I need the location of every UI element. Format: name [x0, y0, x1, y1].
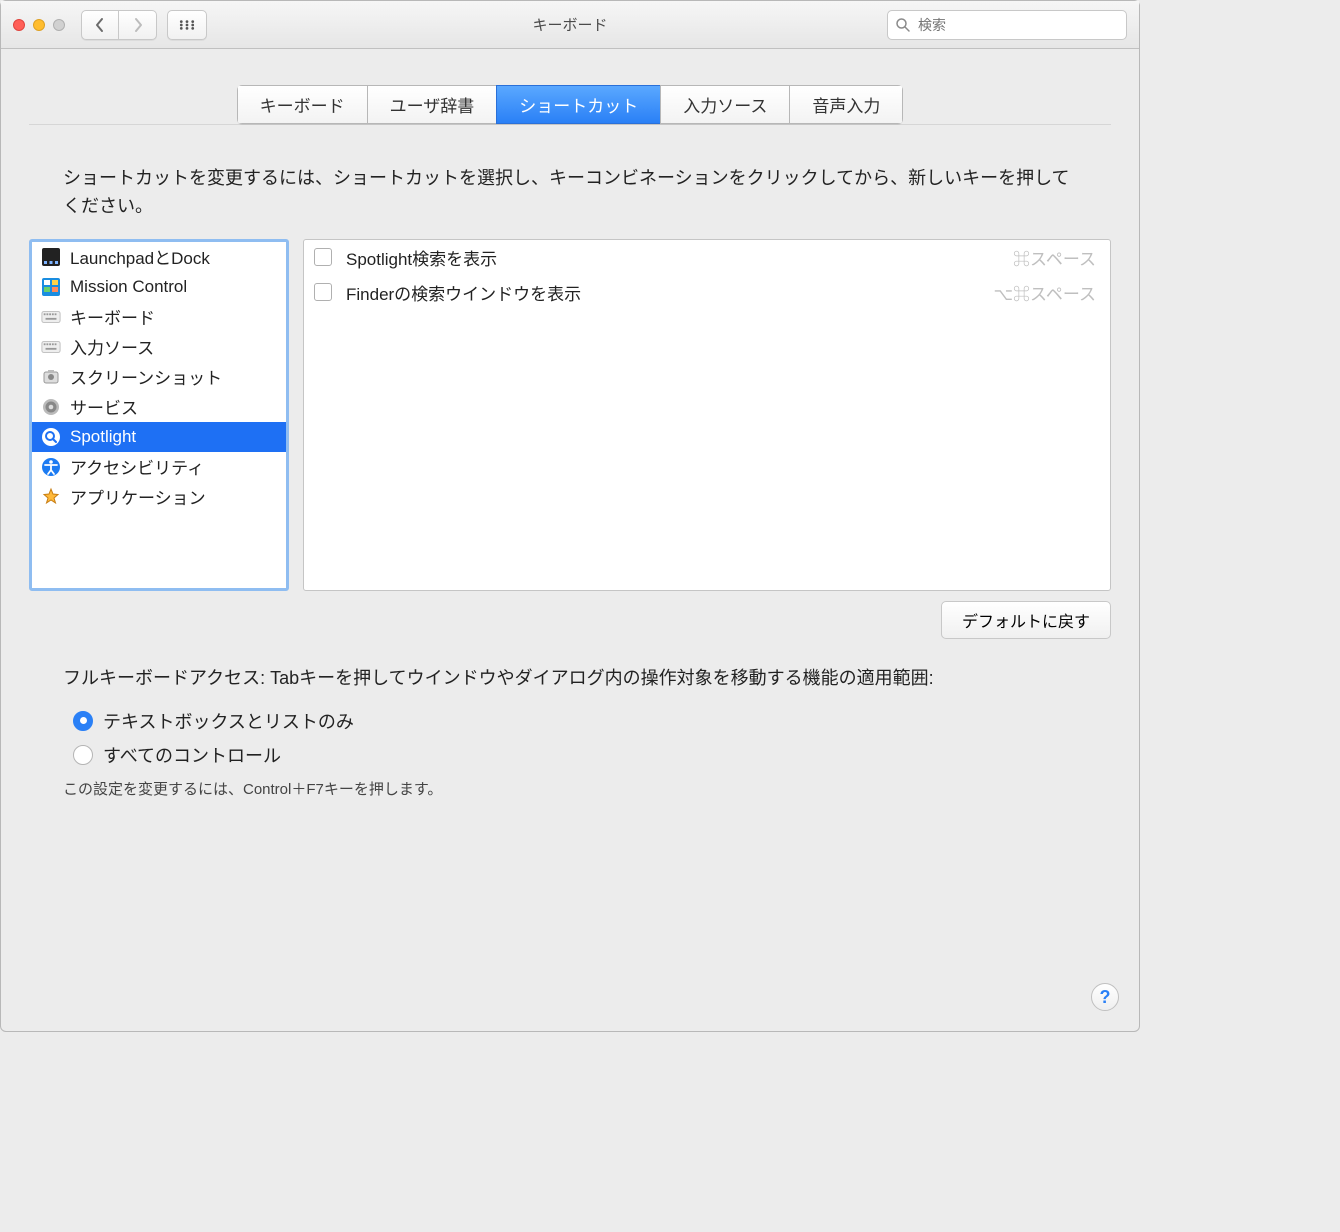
category-label: アクセシビリティ — [70, 454, 204, 479]
chevron-left-icon — [95, 17, 105, 33]
radio-label: すべてのコントロール — [103, 742, 281, 768]
search-field-wrap — [887, 10, 1127, 40]
radio-button-icon — [73, 711, 93, 731]
category-item[interactable]: Mission Control — [32, 272, 286, 302]
shortcut-label: Spotlight検索を表示 — [346, 245, 999, 270]
shortcut-list[interactable]: Spotlight検索を表示 ⌘スペース Finderの検索ウインドウを表示 ⌥⌘スペ… — [303, 239, 1111, 591]
shortcut-checkbox[interactable] — [314, 283, 332, 301]
search-icon — [895, 17, 911, 33]
category-label: 入力ソース — [70, 334, 154, 359]
keyboard-icon — [40, 306, 62, 328]
titlebar: キーボード — [1, 1, 1139, 49]
tab-1[interactable]: ユーザ辞書 — [367, 85, 497, 124]
category-list[interactable]: LaunchpadとDock Mission Control キーボード入力ソースス… — [29, 239, 289, 591]
radio-button-icon — [73, 745, 93, 765]
shortcut-row[interactable]: Spotlight検索を表示 ⌘スペース — [304, 240, 1110, 275]
radio-text-and-lists[interactable]: テキストボックスとリストのみ — [73, 708, 1077, 734]
category-item[interactable]: 入力ソース — [32, 332, 286, 362]
category-label: アプリケーション — [70, 484, 206, 509]
tab-3[interactable]: 入力ソース — [660, 85, 789, 124]
instruction-text: ショートカットを変更するには、ショートカットを選択し、キーコンビネーションをクリ… — [63, 165, 1077, 221]
category-item[interactable]: キーボード — [32, 302, 286, 332]
help-button[interactable]: ? — [1091, 983, 1119, 1011]
full-keyboard-access-label: フルキーボードアクセス: Tabキーを押してウインドウやダイアログ内の操作対象を… — [63, 665, 1077, 692]
forward-button[interactable] — [119, 10, 157, 40]
spotlight-icon — [40, 426, 62, 448]
category-label: キーボード — [70, 304, 155, 329]
chevron-right-icon — [133, 17, 143, 33]
back-button[interactable] — [81, 10, 119, 40]
tab-4[interactable]: 音声入力 — [789, 85, 903, 124]
search-input[interactable] — [887, 10, 1127, 40]
window-controls — [13, 19, 71, 31]
accessibility-icon — [40, 456, 62, 478]
category-label: Spotlight — [70, 427, 136, 447]
category-label: サービス — [70, 394, 138, 419]
shortcut-checkbox[interactable] — [314, 248, 332, 266]
close-window-button[interactable] — [13, 19, 25, 31]
screenshot-icon — [40, 366, 62, 388]
restore-defaults-button[interactable]: デフォルトに戻す — [941, 601, 1111, 639]
category-label: LaunchpadとDock — [70, 244, 210, 269]
columns: LaunchpadとDock Mission Control キーボード入力ソースス… — [29, 239, 1111, 591]
category-label: Mission Control — [70, 277, 187, 297]
category-item[interactable]: スクリーンショット — [32, 362, 286, 392]
category-item[interactable]: サービス — [32, 392, 286, 422]
launchpad-icon — [40, 246, 62, 268]
category-item[interactable]: アクセシビリティ — [32, 452, 286, 482]
tab-0[interactable]: キーボード — [237, 85, 367, 124]
show-all-button[interactable] — [167, 10, 207, 40]
keyboard-icon — [40, 336, 62, 358]
nav-segment — [81, 10, 157, 40]
maximize-window-button[interactable] — [53, 19, 65, 31]
shortcut-key[interactable]: ⌘スペース — [1013, 245, 1096, 270]
category-label: スクリーンショット — [70, 364, 222, 389]
shortcut-key[interactable]: ⌥⌘スペース — [993, 280, 1096, 305]
category-item[interactable]: アプリケーション — [32, 482, 286, 512]
full-keyboard-access-radios: テキストボックスとリストのみ すべてのコントロール — [73, 708, 1077, 768]
appstore-icon — [40, 486, 62, 508]
tab-strip: キーボードユーザ辞書ショートカット入力ソース音声入力 — [1, 85, 1139, 124]
mission-control-icon — [40, 276, 62, 298]
minimize-window-button[interactable] — [33, 19, 45, 31]
radio-label: テキストボックスとリストのみ — [103, 708, 354, 734]
category-item[interactable]: Spotlight — [32, 422, 286, 452]
shortcut-label: Finderの検索ウインドウを表示 — [346, 280, 979, 305]
category-item[interactable]: LaunchpadとDock — [32, 242, 286, 272]
grid-icon — [179, 19, 195, 31]
radio-all-controls[interactable]: すべてのコントロール — [73, 742, 1077, 768]
tab-2[interactable]: ショートカット — [496, 85, 660, 124]
full-keyboard-access-hint: この設定を変更するには、Control＋F7キーを押します。 — [63, 778, 1077, 799]
shortcut-row[interactable]: Finderの検索ウインドウを表示 ⌥⌘スペース — [304, 275, 1110, 310]
shortcut-pane: ショートカットを変更するには、ショートカットを選択し、キーコンビネーションをクリ… — [29, 124, 1111, 799]
gear-icon — [40, 396, 62, 418]
